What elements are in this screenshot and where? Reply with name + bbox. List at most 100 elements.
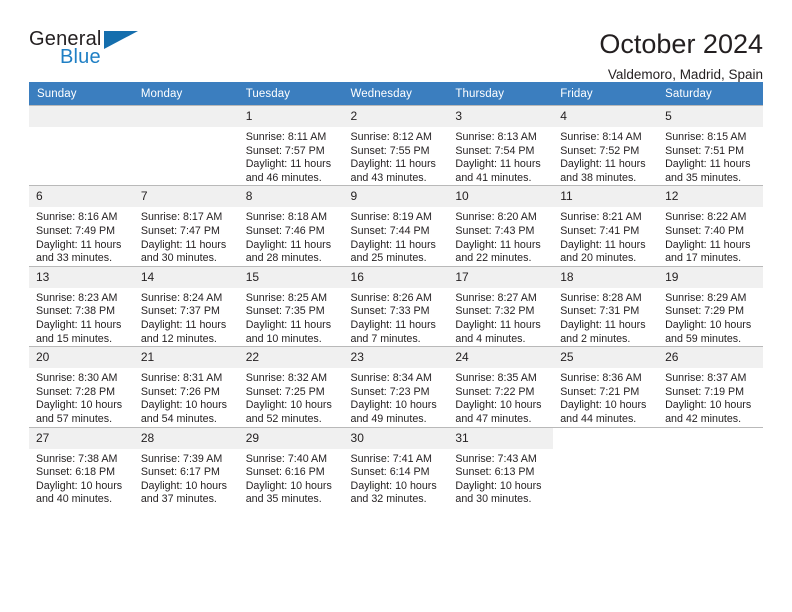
calendar-day-cell[interactable]: 14 Sunrise: 8:24 AM Sunset: 7:37 PM Dayligh… (133, 265, 239, 347)
sunrise-text: Sunrise: 8:20 AM (455, 211, 537, 224)
day-details: Sunrise: 8:31 AM Sunset: 7:26 PM Daylight:… (134, 368, 239, 426)
page-header: General Blue October 2024 Valdemoro, Mad… (29, 0, 763, 82)
day-cell-inner: 8 Sunrise: 8:18 AM Sunset: 7:46 PM Daylight… (238, 186, 344, 265)
sunrise-text: Sunrise: 8:21 AM (560, 211, 642, 224)
calendar-day-cell[interactable]: 15 Sunrise: 8:25 AM Sunset: 7:35 PM Dayligh… (238, 265, 344, 347)
daylight-text: Daylight: 10 hours and 35 minutes. (245, 479, 332, 506)
calendar-day-cell[interactable]: 26 Sunrise: 8:37 AM Sunset: 7:19 PM Dayligh… (658, 346, 763, 427)
day-number: 12 (658, 186, 763, 208)
calendar-day-cell[interactable]: 5 Sunrise: 8:15 AM Sunset: 7:51 PM Daylight… (658, 104, 763, 186)
calendar-day-cell[interactable]: 30 Sunrise: 7:41 AM Sunset: 6:14 PM Dayligh… (343, 426, 449, 507)
day-cell-inner: 21 Sunrise: 8:31 AM Sunset: 7:26 PM Dayligh… (133, 347, 239, 426)
calendar-day-cell[interactable]: 16 Sunrise: 8:26 AM Sunset: 7:33 PM Dayligh… (343, 265, 449, 347)
day-details: Sunrise: 7:41 AM Sunset: 6:14 PM Daylight:… (344, 449, 449, 507)
calendar-empty-cell (553, 426, 659, 507)
day-number: 31 (448, 427, 554, 449)
day-cell-inner: 22 Sunrise: 8:32 AM Sunset: 7:25 PM Dayligh… (238, 347, 344, 426)
weekday-header-sunday: Sunday (29, 82, 134, 106)
sunset-text: Sunset: 7:31 PM (560, 305, 640, 318)
weekday-header-monday: Monday (133, 82, 239, 106)
day-cell-inner: 23 Sunrise: 8:34 AM Sunset: 7:23 PM Dayligh… (343, 347, 449, 426)
day-details: Sunrise: 8:32 AM Sunset: 7:25 PM Daylight:… (239, 368, 344, 426)
calendar-day-cell[interactable]: 6 Sunrise: 8:16 AM Sunset: 7:49 PM Daylight… (29, 185, 134, 267)
calendar-week-row: 20 Sunrise: 8:30 AM Sunset: 7:28 PM Dayligh… (29, 346, 763, 427)
daylight-text: Daylight: 11 hours and 30 minutes. (140, 238, 227, 265)
day-details: Sunrise: 8:37 AM Sunset: 7:19 PM Daylight:… (658, 368, 763, 426)
daylight-text: Daylight: 11 hours and 25 minutes. (350, 238, 436, 265)
sunrise-text: Sunrise: 8:11 AM (245, 131, 327, 143)
day-cell-inner: 29 Sunrise: 7:40 AM Sunset: 6:16 PM Dayligh… (238, 427, 344, 507)
daylight-text: Daylight: 11 hours and 35 minutes. (665, 158, 751, 184)
day-number: 9 (343, 186, 449, 208)
sunset-text: Sunset: 7:44 PM (350, 224, 430, 237)
day-details: Sunrise: 8:19 AM Sunset: 7:44 PM Daylight:… (344, 207, 449, 265)
sunset-text: Sunset: 7:19 PM (665, 385, 745, 398)
day-cell-inner: 7 Sunrise: 8:17 AM Sunset: 7:47 PM Daylight… (133, 186, 239, 265)
sunrise-text: Sunrise: 8:30 AM (36, 372, 118, 385)
calendar-day-cell[interactable]: 9 Sunrise: 8:19 AM Sunset: 7:44 PM Daylight… (343, 185, 449, 267)
calendar-day-cell[interactable]: 1 Sunrise: 8:11 AM Sunset: 7:57 PM Daylight… (238, 104, 344, 186)
calendar-body: 1 Sunrise: 8:11 AM Sunset: 7:57 PM Daylight… (29, 104, 763, 507)
day-cell-inner: 12 Sunrise: 8:22 AM Sunset: 7:40 PM Dayligh… (658, 186, 763, 265)
calendar-day-cell[interactable]: 23 Sunrise: 8:34 AM Sunset: 7:23 PM Dayligh… (343, 346, 449, 427)
calendar-day-cell[interactable]: 8 Sunrise: 8:18 AM Sunset: 7:46 PM Daylight… (238, 185, 344, 267)
calendar-day-cell[interactable]: 3 Sunrise: 8:13 AM Sunset: 7:54 PM Daylight… (448, 104, 554, 186)
sunset-text: Sunset: 7:26 PM (140, 385, 220, 398)
calendar-day-cell[interactable]: 7 Sunrise: 8:17 AM Sunset: 7:47 PM Daylight… (133, 185, 239, 267)
calendar-day-cell[interactable]: 25 Sunrise: 8:36 AM Sunset: 7:21 PM Dayligh… (553, 346, 659, 427)
sunrise-text: Sunrise: 7:39 AM (140, 452, 223, 465)
day-number: 22 (238, 347, 344, 369)
day-cell-inner: 20 Sunrise: 8:30 AM Sunset: 7:28 PM Dayligh… (29, 347, 134, 426)
daylight-text: Daylight: 10 hours and 37 minutes. (140, 479, 227, 506)
sunset-text: Sunset: 7:57 PM (245, 144, 325, 157)
day-details: Sunrise: 8:12 AM Sunset: 7:55 PM Daylight:… (344, 127, 449, 185)
day-number (553, 427, 659, 449)
calendar-day-cell[interactable]: 24 Sunrise: 8:35 AM Sunset: 7:22 PM Dayligh… (448, 346, 554, 427)
brand-logo[interactable]: General Blue (29, 28, 141, 74)
day-details: Sunrise: 8:35 AM Sunset: 7:22 PM Daylight:… (448, 368, 553, 426)
calendar-day-cell[interactable]: 13 Sunrise: 8:23 AM Sunset: 7:38 PM Dayligh… (29, 265, 134, 347)
daylight-text: Daylight: 10 hours and 57 minutes. (36, 399, 123, 425)
weekday-header-friday: Friday (553, 82, 659, 106)
calendar-day-cell[interactable]: 31 Sunrise: 7:43 AM Sunset: 6:13 PM Dayligh… (448, 426, 554, 507)
calendar-day-cell[interactable]: 21 Sunrise: 8:31 AM Sunset: 7:26 PM Dayligh… (133, 346, 239, 427)
calendar-day-cell[interactable]: 17 Sunrise: 8:27 AM Sunset: 7:32 PM Dayligh… (448, 265, 554, 347)
calendar-day-cell[interactable]: 27 Sunrise: 7:38 AM Sunset: 6:18 PM Dayligh… (29, 426, 134, 507)
day-number: 23 (343, 347, 449, 369)
day-details: Sunrise: 8:25 AM Sunset: 7:35 PM Daylight:… (239, 288, 344, 346)
sunset-text: Sunset: 7:32 PM (455, 305, 535, 318)
day-details: Sunrise: 8:27 AM Sunset: 7:32 PM Daylight:… (448, 288, 553, 346)
calendar-day-cell[interactable]: 2 Sunrise: 8:12 AM Sunset: 7:55 PM Daylight… (343, 104, 449, 186)
calendar-day-cell[interactable]: 12 Sunrise: 8:22 AM Sunset: 7:40 PM Dayligh… (658, 185, 763, 267)
calendar-day-cell[interactable]: 11 Sunrise: 8:21 AM Sunset: 7:41 PM Dayligh… (553, 185, 659, 267)
calendar-day-cell[interactable]: 28 Sunrise: 7:39 AM Sunset: 6:17 PM Dayligh… (133, 426, 239, 507)
calendar-day-cell[interactable]: 10 Sunrise: 8:20 AM Sunset: 7:43 PM Dayligh… (448, 185, 554, 267)
calendar-day-cell[interactable]: 20 Sunrise: 8:30 AM Sunset: 7:28 PM Dayligh… (29, 346, 134, 427)
sunset-text: Sunset: 7:21 PM (560, 385, 640, 398)
day-details: Sunrise: 8:29 AM Sunset: 7:29 PM Daylight:… (658, 288, 763, 346)
sunrise-text: Sunrise: 8:25 AM (245, 291, 328, 304)
day-cell-inner: 16 Sunrise: 8:26 AM Sunset: 7:33 PM Dayligh… (343, 266, 449, 346)
day-number: 4 (553, 106, 659, 127)
sunrise-text: Sunrise: 8:32 AM (245, 372, 328, 385)
calendar-day-cell[interactable]: 22 Sunrise: 8:32 AM Sunset: 7:25 PM Dayligh… (238, 346, 344, 427)
daylight-text: Daylight: 11 hours and 41 minutes. (455, 158, 541, 184)
calendar-day-cell[interactable]: 19 Sunrise: 8:29 AM Sunset: 7:29 PM Dayligh… (658, 265, 763, 347)
sunrise-text: Sunrise: 8:27 AM (455, 291, 537, 304)
daylight-text: Daylight: 11 hours and 28 minutes. (245, 238, 332, 265)
day-number: 24 (448, 347, 554, 369)
sunrise-text: Sunrise: 8:12 AM (350, 131, 432, 143)
sunrise-text: Sunrise: 8:37 AM (665, 372, 747, 385)
calendar-day-cell[interactable]: 29 Sunrise: 7:40 AM Sunset: 6:16 PM Dayligh… (238, 426, 344, 507)
day-cell-inner: 2 Sunrise: 8:12 AM Sunset: 7:55 PM Daylight… (343, 106, 449, 185)
day-number: 25 (553, 347, 659, 369)
calendar-day-cell[interactable]: 4 Sunrise: 8:14 AM Sunset: 7:52 PM Daylight… (553, 104, 659, 186)
sunrise-text: Sunrise: 8:34 AM (350, 372, 432, 385)
calendar-day-cell[interactable]: 18 Sunrise: 8:28 AM Sunset: 7:31 PM Dayligh… (553, 265, 659, 347)
day-details: Sunrise: 8:13 AM Sunset: 7:54 PM Daylight:… (448, 127, 553, 185)
daylight-text: Daylight: 11 hours and 46 minutes. (245, 158, 332, 184)
day-number (658, 427, 763, 449)
day-number: 7 (133, 186, 239, 208)
sunset-text: Sunset: 7:28 PM (36, 385, 116, 398)
sunset-text: Sunset: 7:35 PM (245, 305, 325, 318)
